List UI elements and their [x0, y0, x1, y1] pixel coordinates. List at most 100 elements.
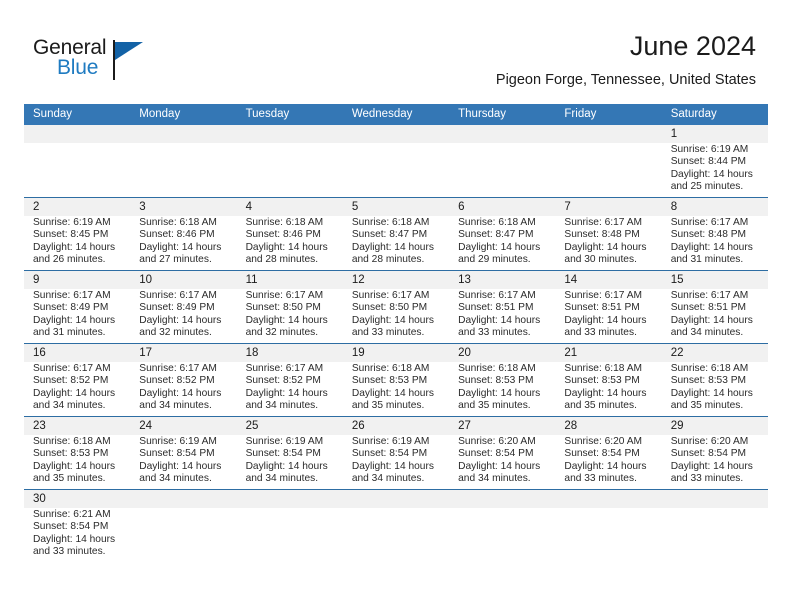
day-number[interactable]: 5	[343, 198, 449, 216]
daylight-text: and 33 minutes.	[564, 326, 637, 338]
day-number[interactable]: 12	[343, 271, 449, 289]
day-number-band: 1	[24, 125, 768, 143]
day-cell[interactable]: Sunrise: 6:19 AM Sunset: 8:54 PM Daylight:…	[343, 435, 449, 489]
day-number[interactable]: 3	[130, 198, 236, 216]
day-cell[interactable]: Sunrise: 6:17 AM Sunset: 8:52 PM Daylight:…	[130, 362, 236, 416]
day-cell[interactable]: Sunrise: 6:17 AM Sunset: 8:50 PM Daylight:…	[343, 289, 449, 343]
day-number[interactable]: 19	[343, 344, 449, 362]
day-cell[interactable]: Sunrise: 6:17 AM Sunset: 8:52 PM Daylight:…	[237, 362, 343, 416]
general-blue-logo[interactable]: General Blue	[33, 36, 213, 88]
daylight-text: and 31 minutes.	[33, 326, 106, 338]
daylight-text: Daylight: 14 hours	[670, 168, 753, 180]
sunset-text: Sunset: 8:53 PM	[33, 448, 109, 460]
sunset-text: Sunset: 8:54 PM	[458, 448, 534, 460]
daylight-text: and 34 minutes.	[139, 472, 212, 484]
day-cell[interactable]: Sunrise: 6:17 AM Sunset: 8:51 PM Daylight:…	[555, 289, 661, 343]
daylight-text: Daylight: 14 hours	[564, 241, 647, 253]
day-cell[interactable]: Sunrise: 6:18 AM Sunset: 8:53 PM Daylight:…	[662, 362, 768, 416]
sunrise-text: Sunrise: 6:17 AM	[33, 290, 111, 301]
day-number[interactable]: 7	[555, 198, 661, 216]
day-cell[interactable]: Sunrise: 6:18 AM Sunset: 8:46 PM Daylight:…	[130, 216, 236, 270]
day-number[interactable]: 1	[662, 125, 768, 143]
sunset-text: Sunset: 8:53 PM	[458, 375, 534, 387]
day-cell[interactable]: Sunrise: 6:18 AM Sunset: 8:53 PM Daylight:…	[449, 362, 555, 416]
day-number[interactable]: 21	[555, 344, 661, 362]
day-cell-empty	[130, 508, 236, 564]
day-cell[interactable]: Sunrise: 6:18 AM Sunset: 8:53 PM Daylight:…	[555, 362, 661, 416]
daylight-text: and 34 minutes.	[458, 472, 531, 484]
day-number[interactable]: 30	[24, 490, 130, 508]
day-number[interactable]: 27	[449, 417, 555, 435]
day-number[interactable]: 9	[24, 271, 130, 289]
day-number[interactable]: 10	[130, 271, 236, 289]
daylight-text: Daylight: 14 hours	[139, 314, 222, 326]
day-number[interactable]: 2	[24, 198, 130, 216]
day-number[interactable]: 25	[237, 417, 343, 435]
day-number[interactable]: 6	[449, 198, 555, 216]
daylight-text: Daylight: 14 hours	[33, 460, 116, 472]
day-number[interactable]: 26	[343, 417, 449, 435]
title-block: June 2024 Pigeon Forge, Tennessee, Unite…	[496, 30, 756, 89]
day-cell[interactable]: Sunrise: 6:20 AM Sunset: 8:54 PM Daylight:…	[662, 435, 768, 489]
logo-text-blue: Blue	[57, 56, 99, 79]
day-number[interactable]: 24	[130, 417, 236, 435]
day-number[interactable]: 4	[237, 198, 343, 216]
day-number[interactable]: 13	[449, 271, 555, 289]
day-cell[interactable]: Sunrise: 6:17 AM Sunset: 8:48 PM Daylight:…	[662, 216, 768, 270]
day-detail-band: Sunrise: 6:17 AM Sunset: 8:52 PM Daylight:…	[24, 362, 768, 416]
day-cell[interactable]: Sunrise: 6:21 AM Sunset: 8:54 PM Daylight:…	[24, 508, 130, 564]
day-cell[interactable]: Sunrise: 6:17 AM Sunset: 8:51 PM Daylight:…	[662, 289, 768, 343]
day-cell[interactable]: Sunrise: 6:18 AM Sunset: 8:47 PM Daylight:…	[343, 216, 449, 270]
day-number[interactable]: 20	[449, 344, 555, 362]
day-cell[interactable]: Sunrise: 6:17 AM Sunset: 8:49 PM Daylight:…	[24, 289, 130, 343]
day-cell[interactable]: Sunrise: 6:20 AM Sunset: 8:54 PM Daylight:…	[449, 435, 555, 489]
day-number[interactable]: 8	[662, 198, 768, 216]
day-cell[interactable]: Sunrise: 6:17 AM Sunset: 8:51 PM Daylight:…	[449, 289, 555, 343]
sunset-text: Sunset: 8:54 PM	[351, 448, 428, 460]
day-cell-empty	[343, 508, 449, 564]
day-number[interactable]: 17	[130, 344, 236, 362]
day-cell[interactable]: Sunrise: 6:17 AM Sunset: 8:50 PM Daylight:…	[237, 289, 343, 343]
day-cell[interactable]: Sunrise: 6:19 AM Sunset: 8:54 PM Daylight:…	[130, 435, 236, 489]
sunrise-text: Sunrise: 6:17 AM	[458, 290, 536, 301]
sunrise-text: Sunrise: 6:17 AM	[670, 217, 749, 228]
daylight-text: and 34 minutes.	[33, 399, 106, 411]
day-number[interactable]: 29	[662, 417, 768, 435]
daylight-text: Daylight: 14 hours	[245, 460, 328, 472]
calendar-week-row: 30 Sunrise: 6:21 AM Sunset: 8:54 PM Dayligh…	[24, 489, 768, 564]
day-number[interactable]: 11	[237, 271, 343, 289]
day-number[interactable]: 16	[24, 344, 130, 362]
day-cell[interactable]: Sunrise: 6:17 AM Sunset: 8:49 PM Daylight:…	[130, 289, 236, 343]
day-number[interactable]: 14	[555, 271, 661, 289]
sunrise-text: Sunrise: 6:18 AM	[564, 363, 642, 374]
daylight-text: and 27 minutes.	[139, 253, 212, 265]
day-cell[interactable]: Sunrise: 6:17 AM Sunset: 8:48 PM Daylight:…	[555, 216, 661, 270]
day-number[interactable]: 18	[237, 344, 343, 362]
daylight-text: and 33 minutes.	[33, 545, 106, 557]
daylight-text: and 26 minutes.	[33, 253, 106, 265]
day-number[interactable]: 15	[662, 271, 768, 289]
daylight-text: Daylight: 14 hours	[245, 314, 328, 326]
day-cell[interactable]: Sunrise: 6:18 AM Sunset: 8:47 PM Daylight:…	[449, 216, 555, 270]
day-cell[interactable]: Sunrise: 6:18 AM Sunset: 8:46 PM Daylight:…	[237, 216, 343, 270]
day-number[interactable]: 28	[555, 417, 661, 435]
day-cell[interactable]: Sunrise: 6:19 AM Sunset: 8:45 PM Daylight:…	[24, 216, 130, 270]
day-number[interactable]: 23	[24, 417, 130, 435]
daylight-text: Daylight: 14 hours	[139, 460, 222, 472]
day-cell[interactable]: Sunrise: 6:19 AM Sunset: 8:44 PM Daylight:…	[662, 143, 768, 197]
day-cell[interactable]: Sunrise: 6:20 AM Sunset: 8:54 PM Daylight:…	[555, 435, 661, 489]
day-detail-band: Sunrise: 6:19 AM Sunset: 8:45 PM Daylight:…	[24, 216, 768, 270]
sunrise-text: Sunrise: 6:18 AM	[670, 363, 749, 374]
day-cell[interactable]: Sunrise: 6:18 AM Sunset: 8:53 PM Daylight:…	[24, 435, 130, 489]
weekday-header-row: Sunday Monday Tuesday Wednesday Thursday…	[24, 104, 768, 125]
day-cell[interactable]: Sunrise: 6:18 AM Sunset: 8:53 PM Daylight:…	[343, 362, 449, 416]
day-cell-empty	[130, 143, 236, 197]
day-cell[interactable]: Sunrise: 6:17 AM Sunset: 8:52 PM Daylight:…	[24, 362, 130, 416]
daylight-text: Daylight: 14 hours	[33, 533, 116, 545]
day-cell-empty	[24, 143, 130, 197]
daylight-text: Daylight: 14 hours	[564, 314, 647, 326]
calendar-week-row: 1 Sunrise: 6:19 AM Sunset: 8:44 PM Daylight…	[24, 125, 768, 197]
daylight-text: and 28 minutes.	[351, 253, 425, 265]
day-cell[interactable]: Sunrise: 6:19 AM Sunset: 8:54 PM Daylight:…	[237, 435, 343, 489]
day-number[interactable]: 22	[662, 344, 768, 362]
